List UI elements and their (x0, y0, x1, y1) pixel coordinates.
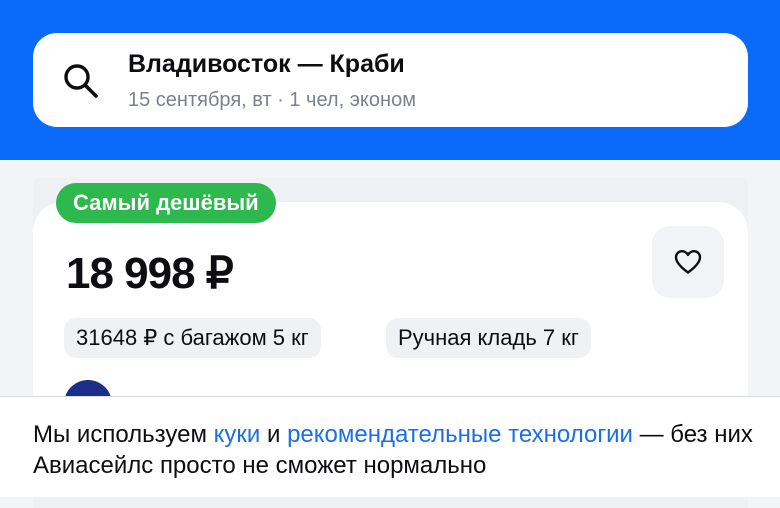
heart-icon (674, 250, 702, 274)
favorite-button[interactable] (652, 226, 724, 298)
ticket-price: 18 998 ₽ (66, 249, 234, 298)
recommendation-tech-link[interactable]: рекомендательные технологии (287, 421, 633, 448)
search-summary-card[interactable] (33, 33, 748, 127)
hand-luggage-chip: Ручная кладь 7 кг (386, 318, 591, 358)
cookie-banner: Мы используем куки и рекомендательные те… (0, 396, 780, 497)
route-title[interactable]: Владивосток — Краби (128, 50, 405, 79)
cheapest-badge: Самый дешёвый (56, 183, 276, 223)
cookie-text: Мы используем куки и рекомендательные те… (33, 419, 753, 481)
search-icon[interactable] (62, 62, 100, 100)
trip-details[interactable]: 15 сентября, вт · 1 чел, эконом (128, 89, 416, 112)
cookies-link[interactable]: куки (214, 421, 261, 448)
ticket-card[interactable] (33, 202, 748, 422)
baggage-option-chip[interactable]: 31648 ₽ с багажом 5 кг (64, 318, 321, 358)
cookie-text-part: и (260, 421, 288, 448)
cookie-text-part: Мы используем (33, 421, 214, 448)
